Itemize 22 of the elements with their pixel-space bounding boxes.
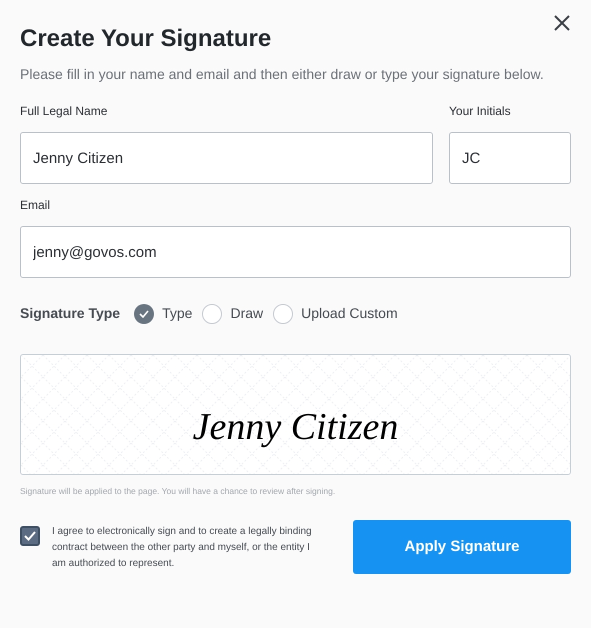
field-label: Email bbox=[20, 197, 52, 214]
radio-label: Upload Custom bbox=[301, 304, 398, 323]
agreement-text: I agree to electronically sign and to create a legally binding contract between the other party and myself, or the entity I am authorized to represent. bbox=[52, 524, 313, 571]
initials-field[interactable]: JC bbox=[449, 132, 571, 184]
signature-text: Jenny Citizen bbox=[192, 405, 398, 450]
signature-note: Signature will be applied to the page. You will have a chance to review after signing. bbox=[20, 485, 336, 498]
field-label: Your Initials bbox=[449, 103, 512, 120]
check-icon bbox=[24, 530, 36, 541]
dialog-subtitle: Please fill in your name and email and then either draw or type your signature below. bbox=[20, 66, 545, 83]
agreement-checkbox[interactable] bbox=[20, 526, 40, 546]
email-field[interactable]: jenny@govos.com bbox=[20, 226, 571, 278]
field-label: Full Legal Name bbox=[20, 103, 108, 120]
radio-button[interactable] bbox=[134, 304, 154, 324]
radio-button[interactable] bbox=[273, 304, 294, 324]
signature-type-label: Signature Type bbox=[20, 304, 120, 323]
radio-label: Type bbox=[162, 304, 192, 323]
dialog-title: Create Your Signature bbox=[20, 24, 272, 54]
close-icon[interactable] bbox=[553, 14, 571, 32]
radio-button[interactable] bbox=[202, 304, 222, 324]
check-icon bbox=[139, 310, 150, 318]
name-field[interactable]: Jenny Citizen bbox=[20, 132, 433, 184]
radio-label: Draw bbox=[230, 304, 264, 323]
